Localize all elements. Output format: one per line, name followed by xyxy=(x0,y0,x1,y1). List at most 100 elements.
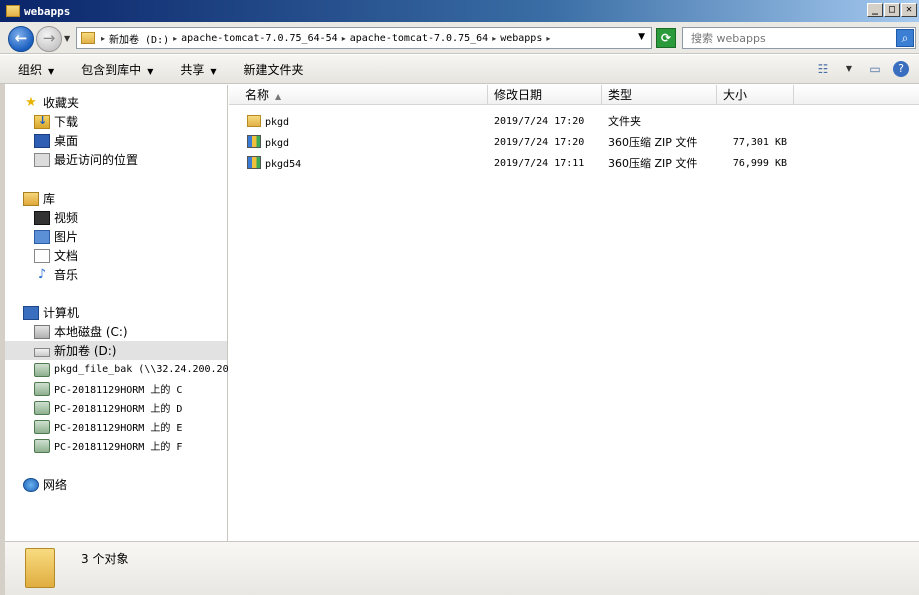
column-header-size[interactable]: 大小 xyxy=(717,85,794,105)
sidebar-item-computer[interactable]: 计算机 xyxy=(23,303,245,322)
chevron-down-icon: ▼ xyxy=(147,66,154,76)
sidebar-item-downloads[interactable]: 下载 xyxy=(34,112,256,131)
new-folder-label: 新建文件夹 xyxy=(243,62,304,77)
toolbar-right-controls: ☷ ▼ ▭ ? xyxy=(815,61,909,77)
sidebar-item-network-drive-c[interactable]: PC-20181129HORM 上的 C xyxy=(34,379,256,398)
column-header-row: 名称 ▲ 修改日期 类型 大小 xyxy=(229,85,919,105)
sidebar-item-recent-places[interactable]: 最近访问的位置 xyxy=(34,150,256,169)
sidebar-item-local-disk-c[interactable]: 本地磁盘 (C:) xyxy=(34,322,256,341)
file-modified: 2019/7/24 17:20 xyxy=(494,137,585,148)
column-header-label: 修改日期 xyxy=(494,88,543,102)
sidebar-item-desktop[interactable]: 桌面 xyxy=(34,131,256,150)
sidebar-item-label: PC-20181129HORM 上的 D xyxy=(54,404,183,415)
computer-icon xyxy=(23,305,39,320)
window-controls: _ □ ✕ xyxy=(867,3,917,17)
breadcrumb-arrow-icon[interactable]: ▸ xyxy=(173,34,177,43)
zip-icon xyxy=(247,135,261,148)
drive-icon xyxy=(34,347,50,357)
sidebar-item-pictures[interactable]: 图片 xyxy=(34,227,256,246)
sidebar-item-label: 网络 xyxy=(43,478,68,492)
breadcrumb-arrow-icon[interactable]: ▸ xyxy=(546,34,550,43)
details-pane: 3 个对象 xyxy=(5,541,919,595)
maximize-button[interactable]: □ xyxy=(884,3,900,17)
file-type: 360压缩 ZIP 文件 xyxy=(608,136,698,149)
desktop-icon xyxy=(34,133,50,148)
share-menu[interactable]: 共享 ▼ xyxy=(162,61,225,78)
sidebar-item-label: pkgd_file_bak (\\32.24.200.206 xyxy=(54,364,235,375)
sidebar-item-volume-d[interactable]: 新加卷 (D:) xyxy=(5,341,227,360)
address-input[interactable]: ▸ 新加卷 (D:) ▸ apache-tomcat-7.0.75_64-54 … xyxy=(76,27,652,49)
column-header-modified[interactable]: 修改日期 xyxy=(488,85,602,105)
breadcrumb-item[interactable]: apache-tomcat-7.0.75_64 xyxy=(350,33,488,44)
library-icon xyxy=(23,191,39,206)
column-header-type[interactable]: 类型 xyxy=(602,85,717,105)
address-bar-area: ← → ▼ ▸ 新加卷 (D:) ▸ apache-tomcat-7.0.75_… xyxy=(0,22,919,54)
minimize-button[interactable]: _ xyxy=(867,3,883,17)
file-row[interactable]: pkgd 2019/7/24 17:20 文件夹 xyxy=(229,112,919,132)
view-options-icon[interactable]: ☷ xyxy=(815,61,831,77)
sidebar-item-label: 收藏夹 xyxy=(43,96,80,110)
network-drive-icon xyxy=(34,381,50,396)
file-size: 77,301 KB xyxy=(732,137,787,148)
folder-icon xyxy=(25,548,55,588)
file-type: 360压缩 ZIP 文件 xyxy=(608,157,698,170)
back-button[interactable]: ← xyxy=(8,26,34,52)
preview-pane-icon[interactable]: ▭ xyxy=(867,61,883,77)
file-name-cell: pkgd54 xyxy=(247,154,301,174)
refresh-button[interactable]: ⟳ xyxy=(656,28,676,48)
sidebar-item-label: 计算机 xyxy=(43,306,80,320)
file-row[interactable]: pkgd 2019/7/24 17:20 360压缩 ZIP 文件 77,301… xyxy=(229,133,919,153)
breadcrumb-item[interactable]: 新加卷 (D:) xyxy=(109,31,169,46)
close-button[interactable]: ✕ xyxy=(901,3,917,17)
address-dropdown-icon[interactable]: ▼ xyxy=(638,32,645,42)
chevron-down-icon: ▼ xyxy=(48,66,55,76)
sidebar-item-documents[interactable]: 文档 xyxy=(34,246,256,265)
chevron-down-icon: ▼ xyxy=(210,66,217,76)
breadcrumb-item[interactable]: webapps xyxy=(500,33,542,44)
breadcrumb-arrow-icon[interactable]: ▸ xyxy=(492,34,496,43)
picture-icon xyxy=(34,229,50,244)
sidebar-item-favorites[interactable]: ★ 收藏夹 xyxy=(23,93,245,112)
sidebar-item-label: 新加卷 (D:) xyxy=(54,344,117,358)
sidebar-item-network[interactable]: 网络 xyxy=(23,475,245,494)
file-name: pkgd xyxy=(265,138,290,149)
system-drive-icon xyxy=(34,324,50,339)
file-name-cell: pkgd xyxy=(247,112,289,132)
file-name-cell: pkgd xyxy=(247,133,289,153)
organize-menu[interactable]: 组织 ▼ xyxy=(0,61,63,78)
file-list-pane: 名称 ▲ 修改日期 类型 大小 pkgd 2019/7/24 17:20 文件夹 … xyxy=(229,85,919,541)
network-drive-icon xyxy=(34,419,50,434)
sidebar-item-libraries[interactable]: 库 xyxy=(23,189,245,208)
forward-button[interactable]: → xyxy=(36,26,62,52)
search-button[interactable]: ⌕ xyxy=(896,29,914,47)
sidebar-item-network-share[interactable]: pkgd_file_bak (\\32.24.200.206 xyxy=(34,360,256,379)
search-input[interactable] xyxy=(691,31,886,45)
include-in-library-menu[interactable]: 包含到库中 ▼ xyxy=(63,61,162,78)
sidebar-item-label: 视频 xyxy=(54,211,79,225)
recent-pages-dropdown-icon[interactable]: ▼ xyxy=(64,34,70,43)
file-row[interactable]: pkgd54 2019/7/24 17:11 360压缩 ZIP 文件 76,9… xyxy=(229,154,919,174)
sidebar-item-network-drive-e[interactable]: PC-20181129HORM 上的 E xyxy=(34,417,256,436)
navigation-pane: ★ 收藏夹 下载 桌面 最近访问的位置 库 视频 图片 文档 ♪ 音乐 计算机 … xyxy=(5,85,235,541)
breadcrumb-arrow-icon[interactable]: ▸ xyxy=(342,34,346,43)
sidebar-item-videos[interactable]: 视频 xyxy=(34,208,256,227)
breadcrumb-arrow-icon[interactable]: ▸ xyxy=(101,34,105,43)
view-dropdown-icon[interactable]: ▼ xyxy=(841,61,857,77)
command-toolbar: 组织 ▼ 包含到库中 ▼ 共享 ▼ 新建文件夹 ☷ ▼ ▭ ? xyxy=(0,55,919,84)
column-header-name[interactable]: 名称 ▲ xyxy=(229,85,488,105)
folder-icon xyxy=(247,115,261,127)
sidebar-item-network-drive-d[interactable]: PC-20181129HORM 上的 D xyxy=(34,398,256,417)
window-title: webapps xyxy=(24,4,71,18)
breadcrumb-item[interactable]: apache-tomcat-7.0.75_64-54 xyxy=(181,33,338,44)
column-header-label: 类型 xyxy=(608,88,633,102)
search-box[interactable]: ⌕ xyxy=(682,27,916,49)
include-in-library-label: 包含到库中 xyxy=(81,62,142,77)
sidebar-item-network-drive-f[interactable]: PC-20181129HORM 上的 F xyxy=(34,436,256,455)
sidebar-item-label: PC-20181129HORM 上的 F xyxy=(54,442,183,453)
folder-icon xyxy=(81,32,95,44)
sidebar-item-music[interactable]: ♪ 音乐 xyxy=(34,265,256,284)
new-folder-button[interactable]: 新建文件夹 xyxy=(226,61,313,78)
help-icon[interactable]: ? xyxy=(893,61,909,77)
share-label: 共享 xyxy=(180,62,205,77)
star-icon: ★ xyxy=(25,94,37,110)
